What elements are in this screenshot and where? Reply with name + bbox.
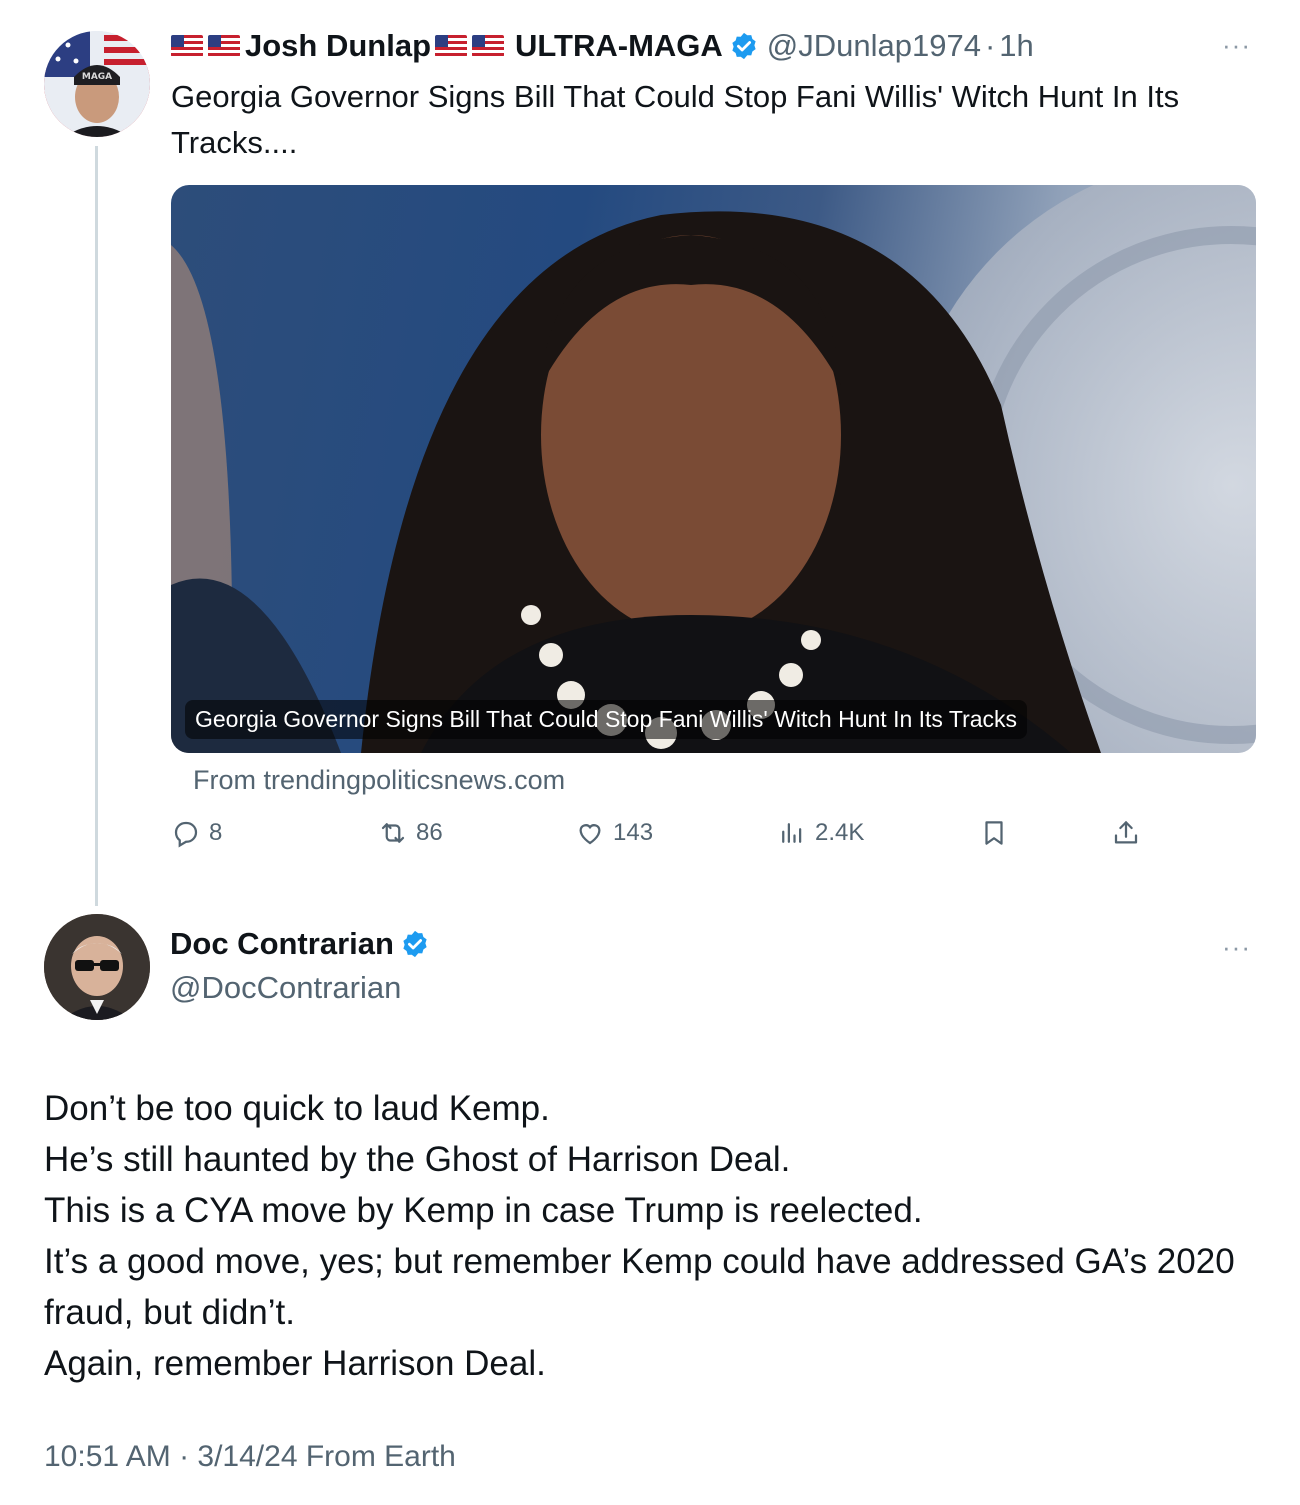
avatar-image xyxy=(44,914,150,1020)
flag-icon xyxy=(435,35,468,57)
views-count: 2.4K xyxy=(815,819,865,846)
flag-icon xyxy=(472,35,505,57)
views-button[interactable]: 2.4K xyxy=(777,818,864,848)
reply-text-line: This is a CYA move by Kemp in case Trump… xyxy=(44,1191,923,1230)
flag-icon xyxy=(171,35,203,57)
repost-icon xyxy=(381,823,405,843)
author-name[interactable]: Doc Contrarian xyxy=(170,926,394,962)
reply-text-line: Again, remember Harrison Deal. xyxy=(44,1344,546,1383)
svg-text:MAGA: MAGA xyxy=(82,72,112,82)
like-count: 143 xyxy=(613,819,654,846)
views-icon xyxy=(782,823,802,843)
flag-icon xyxy=(208,35,240,57)
separator-dot: · xyxy=(984,28,996,63)
author-name-suffix[interactable]: ULTRA-MAGA xyxy=(515,28,723,64)
reply-author-name-row: Doc Contrarian xyxy=(170,926,430,962)
reply-text: Don’t be too quick to laud Kemp. He’s st… xyxy=(44,1083,1264,1389)
reply-text-line: He’s still haunted by the Ghost of Harri… xyxy=(44,1140,791,1179)
reply-icon xyxy=(174,821,198,848)
share-button[interactable] xyxy=(1111,818,1149,848)
author-handle[interactable]: @DocContrarian xyxy=(170,970,401,1006)
reply-count: 8 xyxy=(209,819,223,846)
like-icon xyxy=(579,824,601,845)
thread-line xyxy=(95,146,98,906)
reply-button[interactable]: 8 xyxy=(171,818,222,848)
more-options-icon[interactable]: ··· xyxy=(1222,30,1251,61)
reply-text-line: Don’t be too quick to laud Kemp. xyxy=(44,1089,550,1128)
more-options-icon[interactable]: ··· xyxy=(1222,932,1251,963)
bookmark-button[interactable] xyxy=(979,818,1017,848)
avatar[interactable] xyxy=(44,914,150,1020)
card-source[interactable]: From trendingpoliticsnews.com xyxy=(193,765,565,796)
verified-icon xyxy=(732,32,756,60)
card-image xyxy=(171,185,1256,753)
author-handle[interactable]: @JDunlap1974 xyxy=(767,28,981,64)
avatar-image: MAGA xyxy=(44,31,150,137)
verified-icon xyxy=(403,930,427,958)
card-caption: Georgia Governor Signs Bill That Could S… xyxy=(185,700,1028,739)
tweet-timestamp[interactable]: 10:51 AM · 3/14/24 From Earth xyxy=(44,1440,456,1474)
reply-text-line: It’s a good move, yes; but remember Kemp… xyxy=(44,1242,1235,1332)
repost-count: 86 xyxy=(416,819,443,846)
tweet-text: Georgia Governor Signs Bill That Could S… xyxy=(171,79,1180,160)
link-card[interactable]: Georgia Governor Signs Bill That Could S… xyxy=(171,185,1256,753)
share-icon xyxy=(1114,821,1138,844)
like-button[interactable]: 143 xyxy=(575,818,653,848)
tweet-header: Josh Dunlap ULTRA-MAGA @JDunlap1974 · 1h xyxy=(171,26,1034,66)
repost-button[interactable]: 86 xyxy=(378,818,443,848)
bookmark-icon xyxy=(985,821,1003,845)
avatar[interactable]: MAGA xyxy=(44,31,150,137)
tweet-time[interactable]: 1h xyxy=(999,28,1033,64)
author-name[interactable]: Josh Dunlap xyxy=(245,28,431,64)
